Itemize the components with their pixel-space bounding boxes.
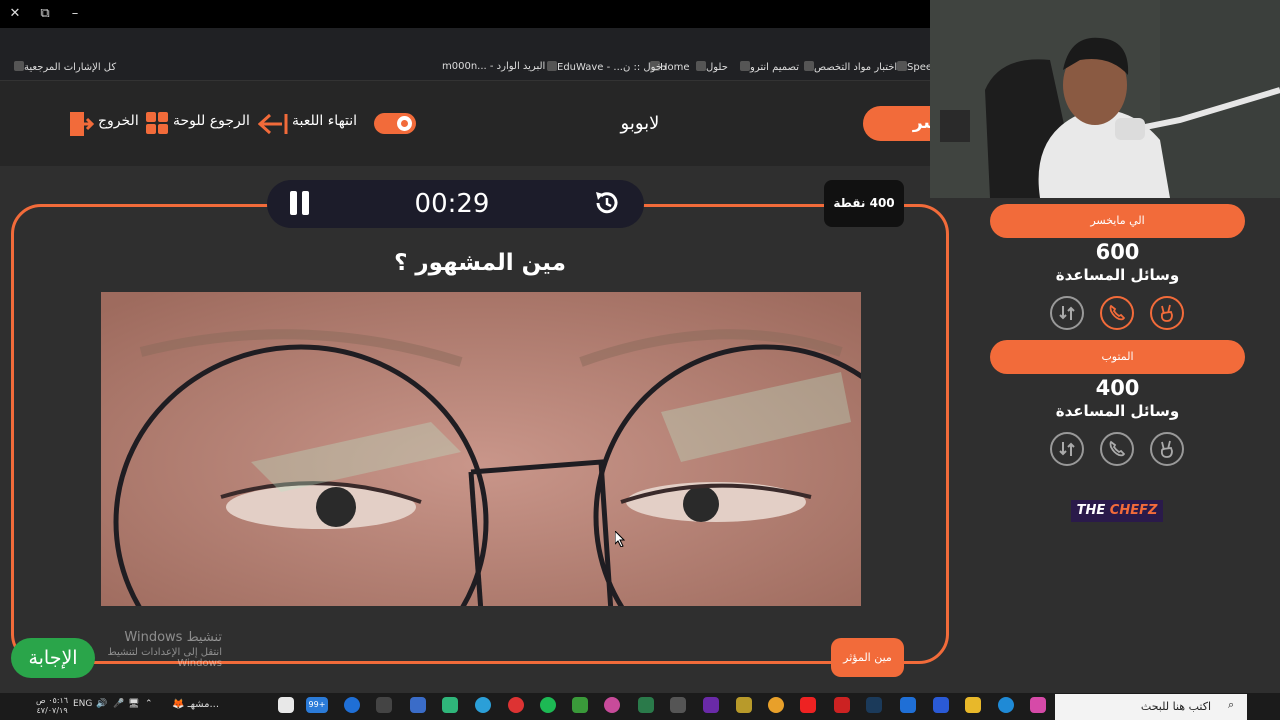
speaker-icon[interactable]: 🔊	[96, 699, 107, 709]
taskbar-app-icon[interactable]	[344, 697, 360, 713]
spotify-icon[interactable]	[540, 697, 556, 713]
taskbar-app-icon[interactable]	[442, 697, 458, 713]
taskbar-app-icon[interactable]	[475, 697, 491, 713]
question-text: مين المشهور ؟	[394, 250, 566, 276]
team-name-pill: الي مايخسر	[990, 204, 1245, 238]
browser-title-bar: ✕ ⧉ –	[0, 0, 930, 28]
question-points-badge: 400 نقطة	[824, 180, 904, 227]
taskbar-app-label[interactable]: 🦊 مشهـ...	[172, 699, 219, 710]
team-score: 600	[1095, 240, 1140, 264]
bookmark-favicon-icon	[696, 61, 706, 71]
influencer-button[interactable]: مين المؤثر	[831, 638, 904, 677]
phone-friend-icon[interactable]	[1100, 432, 1134, 466]
taskbar-app-icon[interactable]	[703, 697, 719, 713]
bookmark-favicon-icon	[547, 61, 557, 71]
bookmark-intro-design[interactable]: تصميم انترو	[736, 61, 799, 73]
board-grid-icon	[146, 112, 170, 136]
peace-hand-icon[interactable]	[1150, 296, 1184, 330]
close-window-icon[interactable]: ✕	[6, 5, 24, 23]
bookmark-eduwave[interactable]: دخول :: ن... - EduWave	[543, 61, 666, 73]
taskbar-app-icon[interactable]	[572, 697, 588, 713]
bookmark-exam[interactable]: اختبار مواد التخصص	[800, 61, 897, 73]
restore-window-icon[interactable]: ⧉	[36, 5, 54, 23]
end-game-toggle[interactable]	[374, 113, 416, 134]
pause-icon[interactable]	[290, 191, 310, 215]
end-game-arrow-icon	[258, 113, 288, 135]
notification-badge[interactable]: 99+	[306, 697, 328, 713]
chrome-icon[interactable]	[768, 697, 784, 713]
taskbar-app-icon[interactable]	[410, 697, 426, 713]
taskbar-app-icon[interactable]	[604, 697, 620, 713]
peace-hand-icon[interactable]	[1150, 432, 1184, 466]
answer-button[interactable]: الإجابة	[11, 638, 95, 678]
timer-display: 00:29	[414, 189, 490, 219]
taskbar-app-icon[interactable]	[670, 697, 686, 713]
taskbar-app-icon[interactable]	[376, 697, 392, 713]
youtube-icon[interactable]	[800, 697, 816, 713]
app-header	[0, 81, 930, 166]
taskbar-app-icon[interactable]	[1030, 697, 1046, 713]
swap-question-icon[interactable]	[1050, 296, 1084, 330]
bookmark-all-bookmarks[interactable]: كل الإشارات المرجعية	[10, 61, 116, 73]
taskbar-app-icon[interactable]	[933, 697, 949, 713]
bookmark-inbox[interactable]: البريد الوارد - ...m000n	[442, 61, 545, 72]
phone-friend-icon[interactable]	[1100, 296, 1134, 330]
taskbar-search-input[interactable]: اكتب هنا للبحث	[1055, 694, 1247, 720]
taskbar-app-icon[interactable]	[638, 697, 654, 713]
tray-expand-icon[interactable]: ⌃	[145, 699, 153, 709]
network-icon[interactable]: 🖥	[128, 699, 139, 709]
taskbar-clock[interactable]: ٠٥:١٦ ص ٤٧/٠٧/١٩	[36, 696, 68, 716]
youtube-icon[interactable]	[834, 697, 850, 713]
game-title: لابوبو	[620, 113, 660, 134]
exit-button[interactable]: الخروج	[98, 113, 139, 129]
language-indicator[interactable]: ENG	[73, 699, 92, 709]
bookmark-favicon-icon	[804, 61, 814, 71]
taskbar-app-icon[interactable]	[508, 697, 524, 713]
toggle-knob	[397, 116, 412, 131]
search-icon[interactable]: ⌕	[1228, 698, 1234, 712]
bookmark-favicon-icon	[740, 61, 750, 71]
lifelines-label: وسائل المساعدة	[1055, 266, 1180, 284]
microphone-icon[interactable]: 🎤	[113, 699, 124, 709]
folder-icon	[14, 61, 24, 71]
bookmark-solutions[interactable]: حلول	[692, 61, 728, 73]
file-explorer-icon[interactable]	[965, 697, 981, 713]
back-to-board-button[interactable]: الرجوع للوحة	[173, 113, 250, 129]
question-image	[101, 292, 861, 606]
webcam-overlay	[930, 0, 1280, 198]
end-game-button[interactable]: انتهاء اللعبة	[292, 113, 357, 129]
lifelines-label: وسائل المساعدة	[1055, 402, 1180, 420]
browser-toolbar: ⋮ ⎘ ☆	[0, 28, 930, 82]
taskbar-app-icon[interactable]	[736, 697, 752, 713]
edge-icon[interactable]	[998, 697, 1014, 713]
minimize-window-icon[interactable]: –	[66, 5, 84, 23]
mouse-cursor-icon	[615, 531, 625, 547]
sponsor-logo: THE CHEFZ	[1071, 500, 1163, 522]
steam-icon[interactable]	[866, 697, 882, 713]
team-score: 400	[1095, 376, 1140, 400]
swap-question-icon[interactable]	[1050, 432, 1084, 466]
exit-door-icon	[70, 112, 94, 136]
outlook-icon[interactable]	[900, 697, 916, 713]
taskbar-app-icon[interactable]	[278, 697, 294, 713]
team-name-pill: المتوب	[990, 340, 1245, 374]
restart-timer-icon[interactable]	[593, 189, 621, 217]
bookmark-favicon-icon	[897, 61, 907, 71]
